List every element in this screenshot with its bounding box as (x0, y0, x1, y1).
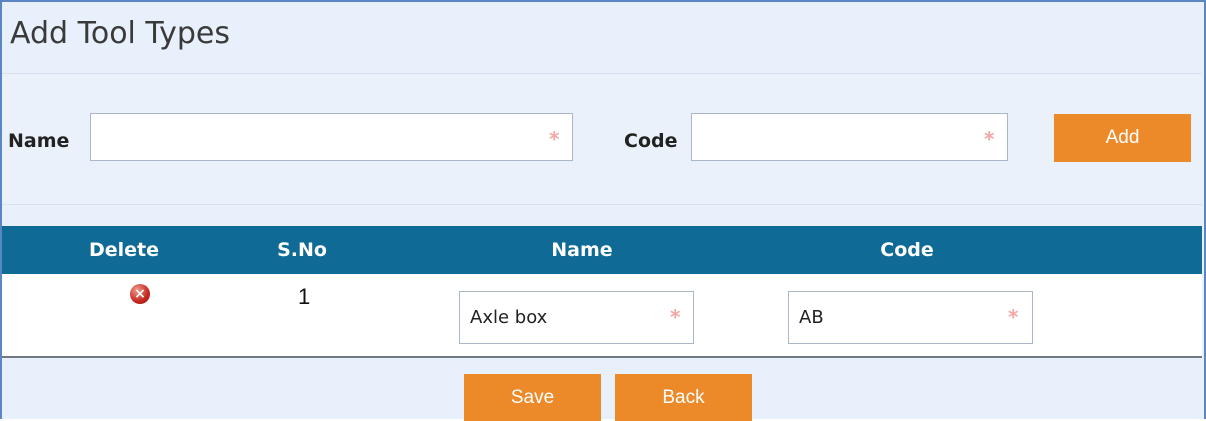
save-button[interactable]: Save (464, 374, 601, 421)
code-field[interactable] (691, 113, 1008, 161)
row-code-input[interactable] (789, 292, 1032, 343)
back-button[interactable]: Back (615, 374, 752, 421)
code-label: Code (624, 130, 678, 152)
code-required-mark: * (984, 127, 995, 151)
row-name-input[interactable] (460, 292, 693, 343)
column-header-name: Name (551, 239, 613, 261)
add-button[interactable]: Add (1054, 114, 1191, 162)
row-sno: 1 (298, 284, 311, 309)
table-header: Delete S.No Name Code (2, 226, 1202, 274)
column-header-sno: S.No (277, 239, 327, 261)
row-code-field[interactable] (788, 291, 1033, 344)
name-input[interactable] (91, 114, 572, 160)
row-code-required-mark: * (1008, 305, 1019, 329)
code-input[interactable] (692, 114, 1007, 160)
name-field[interactable] (90, 113, 573, 161)
name-label: Name (8, 130, 70, 152)
add-tool-types-panel: Add Tool Types Name * Code * Add Delete … (0, 0, 1206, 421)
row-name-field[interactable] (459, 291, 694, 344)
delete-circle-x-icon[interactable]: × (130, 284, 150, 304)
row-name-required-mark: * (670, 305, 681, 329)
name-required-mark: * (549, 127, 560, 151)
column-header-delete: Delete (88, 239, 160, 261)
column-header-code: Code (880, 239, 934, 261)
page-title: Add Tool Types (10, 16, 230, 51)
